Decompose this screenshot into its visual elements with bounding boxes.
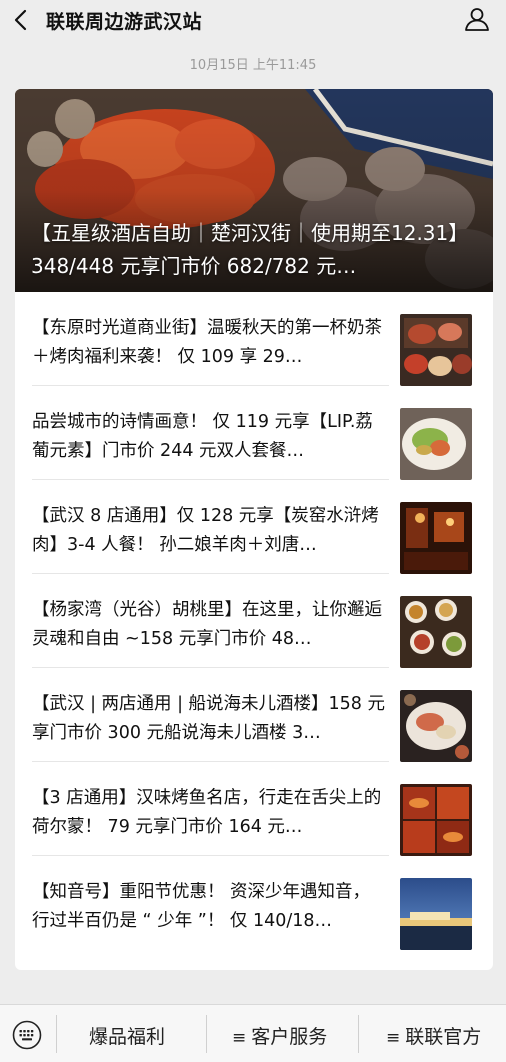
list-item[interactable]: 【杨家湾（光谷）胡桃里】在这里，让你邂逅灵魂和自由 ~158 元享门市价 48… bbox=[15, 574, 493, 668]
menu-item-official[interactable]: ≡ 联联官方 bbox=[386, 1022, 481, 1049]
article-title: 【杨家湾（光谷）胡桃里】在这里，让你邂逅灵魂和自由 ~158 元享门市价 48… bbox=[32, 600, 382, 649]
menu-divider bbox=[358, 1015, 359, 1053]
keyboard-icon[interactable] bbox=[12, 1020, 42, 1050]
menu-item-hot-deals[interactable]: 爆品福利 bbox=[89, 1022, 165, 1049]
hero-article[interactable]: 【五星级酒店自助｜楚河汉街｜使用期至12.31】348/448 元享门市价 68… bbox=[15, 89, 493, 292]
nav-header: 联联周边游武汉站 bbox=[0, 0, 506, 40]
article-card: 【五星级酒店自助｜楚河汉街｜使用期至12.31】348/448 元享门市价 68… bbox=[15, 89, 493, 970]
list-item[interactable]: 品尝城市的诗情画意！ 仅 119 元享【LIP.荔葡元素】门市价 244 元双人… bbox=[15, 386, 493, 480]
article-title: 【知音号】重阳节优惠！ 资深少年遇知音，行过半百仍是 “ 少年 ”！ 仅 140… bbox=[32, 882, 371, 931]
list-item[interactable]: 【武汉 | 两店通用 | 船说海未儿酒楼】158 元享门市价 300 元船说海未… bbox=[15, 668, 493, 762]
list-item[interactable]: 【3 店通用】汉味烤鱼名店，行走在舌尖上的荷尔蒙！ 79 元享门市价 164 元… bbox=[15, 762, 493, 856]
page-title: 联联周边游武汉站 bbox=[46, 11, 203, 33]
hero-title: 【五星级酒店自助｜楚河汉街｜使用期至12.31】348/448 元享门市价 68… bbox=[31, 221, 469, 278]
menu-item-customer-service[interactable]: ≡ 客户服务 bbox=[232, 1022, 327, 1049]
article-thumbnail bbox=[400, 314, 472, 386]
article-title: 【东原时光道商业街】温暖秋天的第一杯奶茶＋烤肉福利来袭！ 仅 109 享 29… bbox=[32, 318, 382, 367]
article-thumbnail bbox=[400, 596, 472, 668]
list-item[interactable]: 【武汉 8 店通用】仅 128 元享【炭窑水浒烤肉】3-4 人餐！ 孙二娘羊肉＋… bbox=[15, 480, 493, 574]
list-item[interactable]: 【知音号】重阳节优惠！ 资深少年遇知音，行过半百仍是 “ 少年 ”！ 仅 140… bbox=[15, 856, 493, 950]
menu-list-icon: ≡ bbox=[386, 1028, 401, 1048]
article-title: 品尝城市的诗情画意！ 仅 119 元享【LIP.荔葡元素】门市价 244 元双人… bbox=[32, 412, 373, 461]
article-title: 【武汉 8 店通用】仅 128 元享【炭窑水浒烤肉】3-4 人餐！ 孙二娘羊肉＋… bbox=[32, 506, 379, 555]
article-title: 【武汉 | 两店通用 | 船说海未儿酒楼】158 元享门市价 300 元船说海未… bbox=[32, 694, 386, 743]
menu-list-icon: ≡ bbox=[232, 1028, 247, 1048]
menu-divider bbox=[56, 1015, 57, 1053]
article-thumbnail bbox=[400, 878, 472, 950]
menu-item-label: 爆品福利 bbox=[89, 1026, 166, 1048]
message-timestamp: 10月15日 上午11:45 bbox=[189, 58, 317, 73]
article-thumbnail bbox=[400, 502, 472, 574]
bottom-menu-bar: 爆品福利 ≡ 客户服务 ≡ 联联官方 bbox=[0, 1004, 506, 1062]
article-title: 【3 店通用】汉味烤鱼名店，行走在舌尖上的荷尔蒙！ 79 元享门市价 164 元… bbox=[32, 788, 382, 837]
chevron-left-icon[interactable] bbox=[12, 9, 30, 31]
person-icon[interactable] bbox=[464, 6, 490, 32]
article-thumbnail bbox=[400, 408, 472, 480]
menu-item-label: 客户服务 bbox=[251, 1026, 328, 1048]
menu-divider bbox=[206, 1015, 207, 1053]
menu-item-label: 联联官方 bbox=[405, 1026, 482, 1048]
article-thumbnail bbox=[400, 784, 472, 856]
list-item[interactable]: 【东原时光道商业街】温暖秋天的第一杯奶茶＋烤肉福利来袭！ 仅 109 享 29… bbox=[15, 292, 493, 386]
article-thumbnail bbox=[400, 690, 472, 762]
